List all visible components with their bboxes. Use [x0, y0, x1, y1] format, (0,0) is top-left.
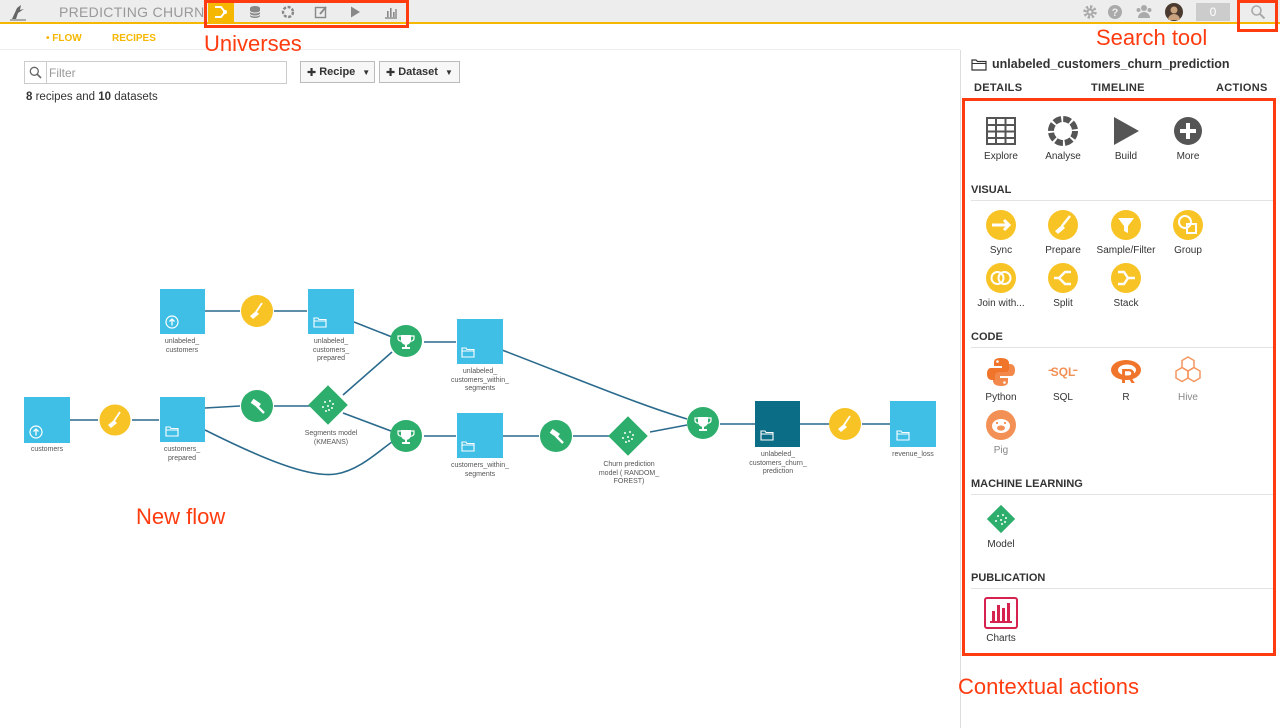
- notification-count-badge[interactable]: 0: [1196, 3, 1230, 21]
- annotation-contextual-actions: Contextual actions: [958, 674, 1139, 699]
- folder-icon: [971, 58, 987, 71]
- contextual-actions-highlight-box: [962, 98, 1276, 656]
- label-revenue-loss: revenue_loss: [892, 451, 934, 458]
- dataset-customers-prepared[interactable]: [160, 397, 205, 442]
- project-title[interactable]: PREDICTING CHURN: [59, 4, 205, 20]
- caret-down-icon: ▼: [362, 67, 371, 77]
- label-customers-within-segments: customers_within_ segments: [451, 462, 509, 478]
- flow-subnav: • FLOW RECIPES: [0, 26, 960, 50]
- annotation-search-tool: Search tool: [1096, 25, 1208, 50]
- add-dataset-label: Dataset: [398, 66, 438, 78]
- tab-flow[interactable]: • FLOW: [46, 33, 82, 44]
- tab-timeline[interactable]: TIMELINE: [1091, 82, 1145, 94]
- svg-text:?: ?: [1112, 7, 1119, 19]
- label-unlabeled-customers-prepared: unlabeled_ customers_ prepared: [312, 338, 350, 362]
- panel-title: unlabeled_customers_churn_prediction: [971, 57, 1230, 71]
- plus-icon: ✚: [307, 66, 317, 79]
- filter-input[interactable]: [49, 63, 284, 82]
- label-unlabeled-customers-churn-prediction: unlabeled_ customers_churn_ prediction: [749, 451, 807, 475]
- annotation-universes: Universes: [204, 31, 302, 56]
- label-unlabeled-customers-within-segments: unlabeled_ customers_within_ segments: [451, 368, 509, 392]
- add-dataset-button[interactable]: ✚ Dataset ▼: [379, 61, 460, 83]
- dataset-unlabeled-customers[interactable]: [160, 289, 205, 334]
- help-icon[interactable]: ?: [1106, 3, 1124, 21]
- user-avatar[interactable]: [1165, 3, 1183, 21]
- label-churn-model: Churn prediction model ( RANDOM_ FOREST): [598, 461, 660, 485]
- label-unlabeled-customers: unlabeled_ customers: [164, 338, 200, 354]
- app-window: PREDICTING CHURN ? 0 • FLOW RECIPES Filt…: [0, 0, 1280, 728]
- flow-graph[interactable]: [0, 100, 960, 728]
- label-segments-model: Segments model (KMEANS): [304, 430, 358, 446]
- plus-icon: ✚: [386, 66, 396, 79]
- label-customers: customers: [30, 446, 64, 453]
- tab-recipes[interactable]: RECIPES: [112, 33, 156, 44]
- label-customers-prepared: customers_ prepared: [163, 446, 201, 462]
- panel-title-text: unlabeled_customers_churn_prediction: [992, 57, 1230, 71]
- universes-highlight-box: [204, 0, 409, 28]
- caret-down-icon: ▼: [444, 67, 453, 77]
- annotation-new-flow: New flow: [136, 504, 226, 529]
- users-icon[interactable]: [1135, 3, 1153, 21]
- search-icon: [25, 62, 47, 83]
- settings-gear-icon[interactable]: [1081, 3, 1099, 21]
- search-tool-highlight-box: [1237, 0, 1278, 32]
- add-recipe-button[interactable]: ✚ Recipe ▼: [300, 61, 375, 83]
- top-bar: PREDICTING CHURN ? 0: [0, 0, 1280, 24]
- filter-field: [24, 61, 287, 84]
- tab-actions[interactable]: ACTIONS: [1216, 82, 1268, 94]
- dataiku-logo-icon[interactable]: [8, 3, 28, 21]
- add-recipe-label: Recipe: [319, 66, 356, 78]
- tab-details[interactable]: DETAILS: [974, 82, 1022, 94]
